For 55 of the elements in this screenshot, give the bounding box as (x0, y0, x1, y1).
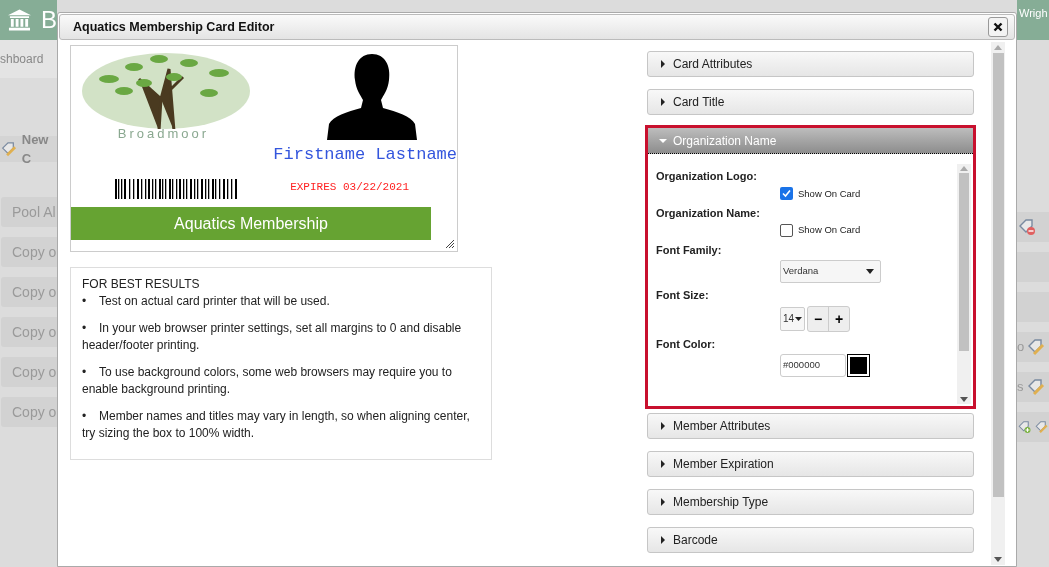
scrollbar[interactable] (991, 42, 1005, 565)
decrease-button[interactable]: − (808, 306, 830, 331)
dropdown-arrow-icon (795, 316, 803, 321)
caret-right-icon (659, 422, 667, 430)
caret-right-icon (659, 498, 667, 506)
tag-pencil-icon[interactable] (0, 139, 18, 159)
caret-down-icon (659, 136, 667, 145)
font-size-select[interactable]: 14 (780, 306, 806, 331)
close-icon (993, 22, 1003, 32)
tips-title: FOR BEST RESULTS (82, 277, 201, 291)
caret-right-icon (659, 98, 667, 106)
expiration-date: EXPIRES 03/22/2021 (290, 180, 409, 195)
caret-right-icon (659, 536, 667, 544)
close-button[interactable] (988, 17, 1008, 37)
field-label: Font Family: (656, 242, 723, 258)
member-name: Firstname Lastname (273, 146, 457, 163)
app-title: B (41, 8, 57, 32)
field-label: Organization Logo: (656, 169, 758, 184)
increase-button[interactable]: + (829, 306, 850, 331)
caret-right-icon (659, 60, 667, 68)
checkbox[interactable] (780, 223, 793, 237)
tag-minus-icon[interactable] (1017, 217, 1037, 237)
checkbox-label: Show On Card (798, 223, 861, 238)
caret-right-icon (659, 460, 667, 468)
accordion-header[interactable]: Card Attributes (647, 51, 974, 77)
row-text: o (1017, 338, 1025, 357)
field-label: Font Color: (656, 336, 717, 352)
dialog-title: Aquatics Membership Card Editor (73, 18, 275, 36)
accordion-header[interactable]: Member Expiration (647, 451, 974, 477)
checkbox[interactable] (780, 187, 793, 201)
scrollbar[interactable] (957, 164, 971, 404)
dropdown-arrow-icon (866, 269, 874, 274)
field-label: Organization Name: (656, 205, 761, 221)
scroll-down-icon[interactable] (994, 557, 1002, 562)
bank-icon (8, 9, 31, 31)
tip-text: • In your web browser printer settings, set all margins to 0 and disable header/footer printing. (82, 320, 463, 354)
tip-text: • Test on actual card printer that will be used. (82, 293, 331, 310)
field-label: Font Size: (656, 288, 710, 303)
scroll-up-icon[interactable] (960, 166, 968, 171)
scroll-up-icon[interactable] (994, 45, 1002, 50)
checkbox-label: Show On Card (798, 186, 861, 201)
accordion-header[interactable]: Member Attributes (647, 413, 974, 439)
organization-name: Broadmoor (117, 127, 210, 140)
tag-pencil-icon[interactable] (1026, 337, 1047, 357)
tip-text: • Member names and titles may vary in length, so when aligning center, try sizing the box to 100% width. (82, 408, 471, 442)
scroll-down-icon[interactable] (960, 397, 968, 402)
resize-handle-icon[interactable] (446, 240, 454, 248)
accordion-header[interactable]: Card Title (647, 89, 974, 115)
tip-text: • To use background colors, some web browsers may require you to enable background printing. (82, 364, 453, 398)
color-input[interactable]: #000000 (780, 354, 846, 377)
accordion-header[interactable]: Membership Type (647, 489, 974, 515)
membership-type-banner: Aquatics Membership (71, 207, 431, 240)
font-family-select[interactable]: Verdana (780, 260, 881, 283)
color-swatch[interactable] (848, 355, 869, 376)
accordion-header[interactable]: Barcode (647, 527, 974, 553)
